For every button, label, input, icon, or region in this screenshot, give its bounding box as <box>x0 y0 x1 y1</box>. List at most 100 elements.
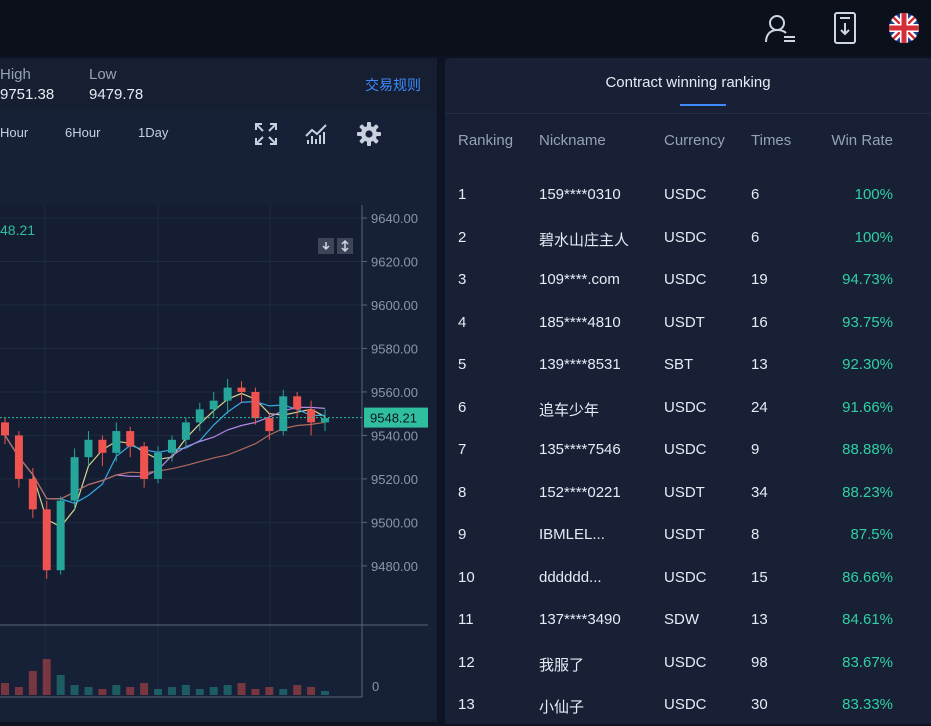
row-currency: USDT <box>664 313 705 331</box>
volume-bar <box>140 683 149 695</box>
volume-bar <box>112 685 121 695</box>
volume-bar <box>209 687 218 695</box>
candle-body[interactable] <box>265 418 274 432</box>
trading-panel: High 9751.38 Low 9479.78 交易规则 Hour 6Hour… <box>0 58 437 722</box>
row-win-rate: 84.61% <box>842 611 893 628</box>
candle-body[interactable] <box>1 422 9 436</box>
y-axis: 9640.00 9620.00 9600.00 9580.00 9560.00 9540.… <box>362 211 418 574</box>
row-win-rate: 87.5% <box>850 526 893 543</box>
candle-body[interactable] <box>42 509 51 571</box>
candle-body[interactable] <box>154 452 163 479</box>
row-times: 16 <box>751 313 768 331</box>
row-win-rate: 83.33% <box>842 696 893 713</box>
row-times: 9 <box>751 441 760 458</box>
period-1day[interactable]: 1Day <box>138 125 168 140</box>
y-tick-label: 9520.00 <box>371 472 418 487</box>
volume-bar <box>279 689 288 695</box>
ranking-row[interactable]: 8 152****0221 USDT 34 88.23% <box>445 472 931 514</box>
high-label: High <box>0 66 31 83</box>
volume-bars <box>1 659 329 695</box>
row-currency: USDC <box>664 441 707 458</box>
volume-bar <box>251 689 260 695</box>
row-currency: USDT <box>664 526 705 543</box>
row-currency: USDC <box>664 398 707 416</box>
row-win-rate: 86.66% <box>842 568 893 586</box>
candle-body[interactable] <box>84 439 93 458</box>
candle-body[interactable] <box>140 446 149 479</box>
user-list-icon[interactable] <box>762 12 798 44</box>
ranking-row[interactable]: 13 小仙子 USDC 30 83.33% <box>445 684 931 726</box>
ranking-row[interactable]: 6 追车少年 USDC 24 91.66% <box>445 387 931 429</box>
candle-body[interactable] <box>98 439 107 453</box>
y-tick-label: 9500.00 <box>371 515 418 530</box>
header-nickname: Nickname <box>539 132 606 149</box>
row-times: 8 <box>751 526 760 543</box>
candle-body[interactable] <box>307 409 316 423</box>
row-rank: 8 <box>458 483 467 501</box>
candle-body[interactable] <box>167 439 176 453</box>
y-tick-label: 9600.00 <box>371 298 418 313</box>
candle-body[interactable] <box>56 500 65 571</box>
row-rank: 5 <box>458 356 467 373</box>
ranking-row[interactable]: 3 109****.com USDC 19 94.73% <box>445 259 931 301</box>
candle-body[interactable] <box>209 400 218 410</box>
row-rank: 1 <box>458 186 467 203</box>
ranking-row[interactable]: 10 dddddd... USDC 15 86.66% <box>445 557 931 599</box>
trading-rules-link[interactable]: 交易规则 <box>365 75 421 95</box>
candle-body[interactable] <box>112 431 121 453</box>
candlestick-plot[interactable]: 9640.00 9620.00 9600.00 9580.00 9560.00 9540.… <box>0 205 435 720</box>
row-nickname: IBMLEL... <box>539 526 605 543</box>
settings-gear-icon[interactable] <box>355 120 383 148</box>
divider <box>445 113 931 114</box>
candle-body[interactable] <box>223 387 232 401</box>
row-currency: USDT <box>664 483 705 501</box>
ranking-row[interactable]: 5 139****8531 SBT 13 92.30% <box>445 344 931 386</box>
period-hour[interactable]: Hour <box>0 125 28 140</box>
ranking-row[interactable]: 2 碧水山庄主人 USDC 6 100% <box>445 217 931 259</box>
ranking-row[interactable]: 7 135****7546 USDC 9 88.88% <box>445 429 931 471</box>
candle-body[interactable] <box>181 422 190 440</box>
candle-body[interactable] <box>279 396 288 432</box>
candle-body[interactable] <box>321 418 329 423</box>
row-currency: SDW <box>664 611 699 628</box>
volume-bar <box>56 675 65 695</box>
row-rank: 13 <box>458 696 475 713</box>
candle-body[interactable] <box>14 435 23 479</box>
volume-bar <box>1 683 9 695</box>
fullscreen-icon[interactable] <box>252 120 280 148</box>
volume-bar <box>223 685 232 695</box>
candle-body[interactable] <box>195 409 204 423</box>
row-rank: 4 <box>458 313 467 331</box>
row-currency: USDC <box>664 228 707 246</box>
download-app-icon[interactable] <box>827 12 863 44</box>
row-currency: USDC <box>664 696 707 713</box>
row-times: 13 <box>751 356 768 373</box>
ranking-row[interactable]: 1 159****0310 USDC 6 100% <box>445 174 931 216</box>
row-win-rate: 88.23% <box>842 483 893 501</box>
ranking-row[interactable]: 4 185****4810 USDT 16 93.75% <box>445 302 931 344</box>
volume-bar <box>293 685 302 695</box>
uk-flag-icon[interactable] <box>886 12 922 44</box>
row-currency: USDC <box>664 568 707 586</box>
candle-body[interactable] <box>237 387 246 392</box>
ranking-row[interactable]: 11 137****3490 SDW 13 84.61% <box>445 599 931 641</box>
candle-body[interactable] <box>251 391 260 419</box>
row-currency: USDC <box>664 271 707 288</box>
candle-body[interactable] <box>28 478 37 510</box>
candle-body[interactable] <box>126 431 135 447</box>
row-nickname: 185****4810 <box>539 313 621 331</box>
candle-body[interactable] <box>293 396 302 410</box>
row-win-rate: 83.67% <box>842 653 893 671</box>
row-times: 6 <box>751 186 760 203</box>
candle-body[interactable] <box>70 457 79 501</box>
row-rank: 6 <box>458 398 467 416</box>
header-ranking: Ranking <box>458 132 514 149</box>
header-times: Times <box>751 132 792 149</box>
ranking-row[interactable]: 9 IBMLEL... USDT 8 87.5% <box>445 514 931 556</box>
period-6hour[interactable]: 6Hour <box>65 125 100 140</box>
indicator-icon[interactable] <box>302 120 330 148</box>
row-times: 15 <box>751 568 768 586</box>
ranking-row[interactable]: 12 我服了 USDC 98 83.67% <box>445 642 931 684</box>
row-nickname: dddddd... <box>539 568 602 586</box>
row-times: 98 <box>751 653 768 671</box>
